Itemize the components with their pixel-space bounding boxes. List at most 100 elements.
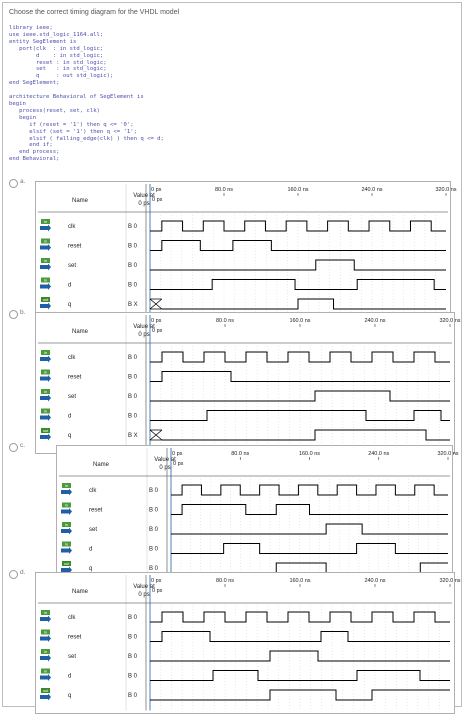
time-marker-label: 0 ps — [173, 461, 184, 467]
time-label: 80.0 ns — [231, 451, 249, 457]
waveform-clk — [150, 220, 446, 232]
waveform-set — [150, 259, 446, 271]
signal-name[interactable]: reset — [89, 508, 103, 514]
pin-direction-label: out — [43, 297, 49, 302]
pin-direction-label: in — [44, 669, 47, 674]
signal-name[interactable]: set — [68, 654, 76, 660]
time-label: 320.0 ns — [439, 318, 460, 324]
time-label: 0 ps — [172, 451, 183, 457]
name-header: Name — [72, 198, 89, 204]
signal-name[interactable]: d — [68, 283, 71, 289]
waveform-svg: NameValue at0 ps0 ps 80.0 ns 160.0 ns 240.0… — [38, 184, 457, 320]
time-marker-label: 0 ps — [152, 197, 163, 203]
option-radio[interactable] — [9, 179, 18, 188]
signal-value: B 0 — [128, 224, 138, 230]
signal-name[interactable]: reset — [68, 635, 82, 641]
signal-name[interactable]: q — [68, 693, 71, 699]
input-pin-icon: in — [61, 502, 72, 515]
signal-name[interactable]: clk — [89, 488, 97, 494]
signal-name[interactable]: clk — [68, 224, 76, 230]
option-letter: b. — [20, 309, 26, 316]
time-marker-label: 0 ps — [152, 328, 163, 334]
input-pin-icon: in — [40, 238, 51, 251]
signal-name[interactable]: reset — [68, 375, 82, 381]
pin-direction-label: in — [44, 370, 47, 375]
code-line: elsif ( falling_edge(clk) ) then q <= d; — [9, 135, 164, 142]
time-label: 240.0 ns — [364, 318, 385, 324]
pin-direction-label: in — [44, 610, 47, 615]
signal-name[interactable]: reset — [68, 244, 82, 250]
time-label: 240.0 ns — [361, 187, 382, 193]
pin-direction-label: in — [65, 503, 68, 508]
signal-value: B 0 — [128, 283, 138, 289]
vhdl-code-block: library ieee; use ieee.std_logic_1164.al… — [9, 25, 164, 163]
timing-diagram: Name Value at 0 ps 0 ps 80.0 ns 160.0 ns 240.0… — [35, 181, 457, 323]
pin-direction-label: in — [44, 258, 47, 263]
input-pin-icon: in — [40, 610, 51, 623]
signal-name[interactable]: clk — [68, 355, 76, 361]
unknown-state-mark — [149, 429, 163, 441]
name-header: Name — [93, 462, 110, 468]
signal-name[interactable]: set — [68, 263, 76, 269]
time-label: 80.0 ns — [216, 578, 234, 584]
signal-value: B 0 — [149, 488, 159, 494]
code-line: set : in std_logic; — [9, 66, 107, 73]
code-line: elsif (set = '1') then q <= '1'; — [9, 128, 137, 135]
signal-name[interactable]: d — [89, 547, 92, 553]
signal-value: B 0 — [128, 693, 138, 699]
signal-name[interactable]: q — [68, 302, 71, 308]
input-pin-icon: in — [40, 649, 51, 662]
pin-direction-label: in — [44, 649, 47, 654]
time-label: 240.0 ns — [364, 578, 385, 584]
signal-value: B X — [128, 433, 138, 439]
timing-diagram: Name Value at 0 ps 0 ps 80.0 ns 160.0 ns 240.0… — [56, 445, 459, 587]
time-label: 0 ps — [151, 578, 162, 584]
code-line: q : out std_logic); — [9, 73, 114, 80]
time-label: 80.0 ns — [215, 187, 233, 193]
signal-value: B 0 — [149, 547, 159, 553]
input-pin-icon: in — [40, 629, 51, 642]
waveform-reset — [171, 504, 448, 515]
signal-value: B 0 — [128, 654, 138, 660]
time-label: 320.0 ns — [439, 578, 460, 584]
pin-direction-label: in — [44, 630, 47, 635]
waveform-q — [161, 298, 446, 310]
input-pin-icon: in — [40, 219, 51, 232]
question-text: Choose the correct timing diagram for th… — [9, 9, 180, 16]
pin-direction-label: in — [44, 409, 47, 414]
option-radio[interactable] — [9, 443, 18, 452]
code-line: begin — [9, 114, 36, 121]
input-pin-icon: in — [40, 408, 51, 421]
option-letter: a. — [20, 178, 26, 185]
time-label: 160.0 ns — [299, 451, 320, 457]
input-pin-icon: in — [40, 389, 51, 402]
signal-value: B 0 — [128, 355, 138, 361]
signal-value: B 0 — [128, 414, 138, 420]
option-radio[interactable] — [9, 310, 18, 319]
signal-value: B 0 — [149, 508, 159, 514]
question-frame: Choose the correct timing diagram for th… — [2, 2, 462, 714]
pin-direction-label: in — [44, 350, 47, 355]
waveform-q — [150, 689, 450, 701]
signal-name[interactable]: d — [68, 414, 71, 420]
pin-direction-label: in — [65, 522, 68, 527]
pin-direction-label: in — [44, 278, 47, 283]
signal-name[interactable]: clk — [68, 615, 76, 621]
code-line: end if; — [9, 142, 53, 149]
time-label: 240.0 ns — [368, 451, 389, 457]
time-label: 160.0 ns — [287, 187, 308, 193]
value-subheader: 0 ps — [138, 201, 149, 207]
signal-name[interactable]: set — [89, 527, 97, 533]
input-pin-icon: in — [40, 668, 51, 681]
code-line: reset : in std_logic; — [9, 59, 107, 66]
waveform-set — [150, 650, 450, 662]
signal-name[interactable]: set — [68, 394, 76, 400]
signal-name[interactable]: d — [68, 674, 71, 680]
output-pin-icon: out — [40, 428, 51, 441]
pin-direction-label: in — [44, 219, 47, 224]
name-header: Name — [72, 589, 89, 595]
value-subheader: 0 ps — [159, 465, 170, 471]
signal-name[interactable]: q — [68, 433, 71, 439]
code-line: d : in std_logic; — [9, 52, 104, 59]
option-radio[interactable] — [9, 570, 18, 579]
